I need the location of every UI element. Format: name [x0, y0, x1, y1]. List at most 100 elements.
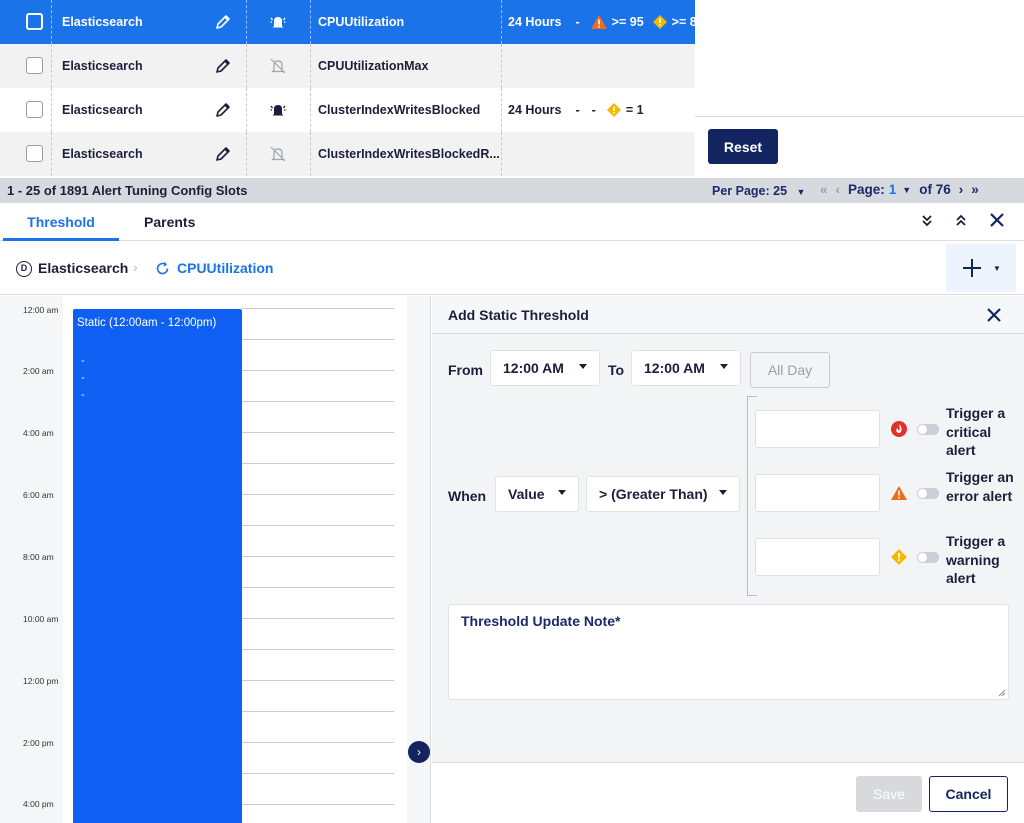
warning-diamond-icon: [606, 103, 621, 117]
row-checkbox[interactable]: [26, 13, 43, 30]
add-static-threshold-panel: Add Static Threshold From 12:00 AM To 12…: [432, 296, 1024, 823]
to-time-value: 12:00 AM: [644, 360, 705, 376]
error-alert-toggle[interactable]: [917, 488, 939, 499]
hour-label: 4:00 am: [23, 428, 54, 438]
bell-ringing-icon[interactable]: [268, 100, 288, 120]
edit-pencil-icon[interactable]: [214, 57, 232, 75]
pagination-bar: 1 - 25 of 1891 Alert Tuning Config Slots…: [0, 178, 1024, 203]
note-label: Threshold Update Note*: [461, 613, 621, 629]
close-icon[interactable]: [988, 211, 1006, 229]
critical-threshold-input[interactable]: [755, 410, 880, 448]
row-threshold-summary: 24 Hours - >= 95 >= 85: [508, 0, 704, 44]
from-time-value: 12:00 AM: [503, 360, 564, 376]
hour-label: 12:00 am: [23, 305, 59, 315]
warning-alert-toggle[interactable]: [917, 552, 939, 563]
bell-off-icon[interactable]: [268, 56, 288, 76]
block-line: -: [81, 355, 85, 367]
row-dash: -: [591, 103, 596, 117]
hour-label: 8:00 am: [23, 552, 54, 562]
table-row[interactable]: Elasticsearch ClusterIndexWritesBlocked …: [0, 88, 695, 132]
save-button[interactable]: Save: [856, 776, 922, 812]
caret-down-icon[interactable]: ▼: [993, 264, 1001, 273]
next-page-icon[interactable]: ›: [959, 182, 964, 197]
threshold-update-note[interactable]: Threshold Update Note*: [448, 604, 1009, 700]
to-label: To: [608, 362, 625, 378]
last-page-icon[interactable]: »: [971, 182, 979, 197]
close-icon[interactable]: [985, 306, 1003, 324]
row-metric: CPUUtilization: [318, 15, 405, 29]
block-line: -: [81, 372, 85, 384]
row-app-name: Elasticsearch: [62, 15, 143, 29]
hour-label: 2:00 pm: [23, 738, 54, 748]
edit-pencil-icon[interactable]: [214, 145, 232, 163]
caret-down-icon[interactable]: ▼: [902, 185, 911, 195]
filter-panel: Reset: [695, 0, 1024, 178]
per-page-select[interactable]: Per Page: 25 ▼: [712, 184, 805, 198]
expand-up-icon[interactable]: [954, 213, 968, 227]
row-app-name: Elasticsearch: [62, 59, 143, 73]
chevron-right-icon: ›: [133, 259, 138, 275]
table-row[interactable]: Elasticsearch CPUUtilization 24 Hours - …: [0, 0, 704, 44]
warning-alert-label: Trigger a warning alert: [946, 533, 1006, 586]
page-label: Page:: [848, 182, 885, 197]
hour-label: 10:00 am: [23, 614, 59, 624]
result-count: 1 - 25 of 1891 Alert Tuning Config Slots: [7, 183, 248, 198]
tab-parents[interactable]: Parents: [144, 203, 195, 241]
cancel-button[interactable]: Cancel: [929, 776, 1008, 812]
expand-panel-icon[interactable]: ›: [408, 741, 430, 763]
error-triangle-icon: [590, 15, 607, 29]
breadcrumb-app[interactable]: Elasticsearch: [38, 260, 128, 276]
to-time-select[interactable]: 12:00 AM: [631, 350, 741, 386]
hour-label: 4:00 pm: [23, 799, 54, 809]
tab-actions: [920, 211, 1006, 229]
panel-body: From 12:00 AM To 12:00 AM All Day When V…: [432, 334, 1024, 762]
all-day-button[interactable]: All Day: [750, 352, 830, 388]
error-triangle-icon: [891, 486, 907, 500]
panel-footer: Save Cancel: [432, 762, 1024, 823]
alert-tuning-screen: Elasticsearch CPUUtilization 24 Hours - …: [0, 0, 1024, 823]
row-error-threshold: >= 95: [611, 15, 644, 29]
table-row[interactable]: Elasticsearch ClusterIndexWritesBlockedR…: [0, 132, 695, 176]
static-threshold-block[interactable]: Static (12:00am - 12:00pm) - - -: [73, 309, 242, 823]
collapse-down-icon[interactable]: [920, 213, 934, 227]
critical-alert-toggle[interactable]: [917, 424, 939, 435]
error-threshold-input[interactable]: [755, 474, 880, 512]
page-number-select[interactable]: 1: [889, 182, 897, 197]
prev-page-icon[interactable]: ‹: [836, 182, 841, 197]
add-threshold-menu[interactable]: ▼: [946, 244, 1016, 292]
edit-pencil-icon[interactable]: [214, 13, 232, 31]
error-alert-label: Trigger an error alert: [946, 469, 1014, 504]
schedule-calendar: 12:00 am 2:00 am 4:00 am 6:00 am 8:00 am…: [0, 296, 431, 823]
critical-alert-label: Trigger a critical alert: [946, 405, 1006, 458]
value-select[interactable]: Value: [495, 476, 579, 512]
operator-select-text: > (Greater Than): [599, 486, 708, 502]
first-page-icon[interactable]: «: [820, 182, 828, 197]
block-title: Static (12:00am - 12:00pm): [77, 317, 217, 329]
from-time-select[interactable]: 12:00 AM: [490, 350, 600, 386]
row-dash: -: [575, 103, 580, 117]
warning-threshold-input[interactable]: [755, 538, 880, 576]
row-metric: ClusterIndexWritesBlockedR...: [318, 147, 500, 161]
bell-ringing-icon[interactable]: [268, 12, 288, 32]
reset-button[interactable]: Reset: [708, 129, 778, 164]
alert-config-table: Elasticsearch CPUUtilization 24 Hours - …: [0, 0, 704, 176]
warning-diamond-icon: [652, 15, 667, 29]
row-checkbox[interactable]: [26, 145, 43, 162]
operator-select[interactable]: > (Greater Than): [586, 476, 740, 512]
plus-icon[interactable]: [961, 257, 983, 279]
row-range: 24 Hours: [508, 103, 562, 117]
resize-grip-icon[interactable]: [998, 689, 1006, 697]
panel-header: Add Static Threshold: [432, 296, 1024, 334]
breadcrumb-metric[interactable]: CPUUtilization: [177, 260, 273, 276]
table-row[interactable]: Elasticsearch CPUUtilizationMax: [0, 44, 695, 88]
row-checkbox[interactable]: [26, 57, 43, 74]
bell-off-icon[interactable]: [268, 144, 288, 164]
row-checkbox[interactable]: [26, 101, 43, 118]
edit-pencil-icon[interactable]: [214, 101, 232, 119]
tab-threshold[interactable]: Threshold: [3, 203, 119, 241]
metric-icon: [156, 261, 169, 275]
app-type-icon: D: [16, 261, 32, 277]
row-warning-threshold: = 1: [625, 103, 644, 117]
critical-flame-icon: [891, 421, 907, 437]
per-page-label: Per Page: 25: [712, 184, 788, 198]
